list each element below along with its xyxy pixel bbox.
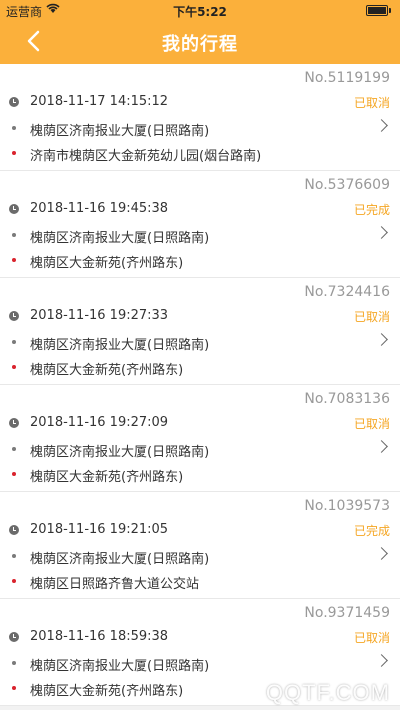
trip-to: 槐荫区大金新苑(齐州路东) [30,684,184,699]
trip-status: 已完成 [353,524,390,538]
trip-number: No.9371459 [304,605,390,621]
trip-card[interactable]: No.1039573 2018-11-16 19:21:05 已完成 槐荫区济南报… [0,492,400,599]
end-dot-icon [12,472,16,476]
trip-card[interactable]: No.7083136 2018-11-16 19:27:09 已取消 槐荫区济南报… [0,385,400,492]
trip-number: No.7083136 [304,391,390,407]
end-dot-icon [12,579,16,583]
status-time: 下午5:22 [173,5,227,19]
trip-from: 槐荫区济南报业大厦(日照路南) [30,124,210,139]
clock-icon [9,204,19,214]
trip-to: 济南市槐荫区大金新苑幼儿园(烟台路南) [30,149,262,164]
trip-card[interactable]: No.5119199 2018-11-17 14:15:12 已取消 槐荫区济南报… [0,64,400,171]
end-dot-icon [12,686,16,690]
trip-list: No.5119199 2018-11-17 14:15:12 已取消 槐荫区济南报… [0,64,400,706]
start-dot-icon [12,447,16,451]
trip-from: 槐荫区济南报业大厦(日照路南) [30,338,210,353]
trip-datetime: 2018-11-16 18:59:38 [30,629,169,644]
trip-card[interactable]: No.7324416 2018-11-16 19:27:33 已取消 槐荫区济南报… [0,278,400,385]
trip-datetime: 2018-11-17 14:15:12 [30,94,169,109]
trip-status: 已完成 [353,203,390,217]
chevron-right-icon[interactable] [375,119,388,132]
end-dot-icon [12,258,16,262]
trip-number: No.5376609 [304,177,390,193]
trip-datetime: 2018-11-16 19:27:33 [30,308,169,323]
start-dot-icon [12,233,16,237]
page-title: 我的行程 [162,34,238,55]
clock-icon [9,311,19,321]
app-header: 运营商 下午5:22 我的行程 [0,0,400,64]
trip-to: 槐荫区大金新苑(齐州路东) [30,470,184,485]
trip-to: 槐荫区大金新苑(齐州路东) [30,256,184,271]
clock-icon [9,418,19,428]
clock-icon [9,97,19,107]
trip-to: 槐荫区大金新苑(齐州路东) [30,363,184,378]
start-dot-icon [12,340,16,344]
trip-number: No.5119199 [304,70,390,86]
clock-icon [9,632,19,642]
status-bar: 运营商 下午5:22 [0,0,400,20]
chevron-right-icon[interactable] [375,654,388,667]
start-dot-icon [12,554,16,558]
trip-datetime: 2018-11-16 19:45:38 [30,201,169,216]
trip-to: 槐荫区日照路齐鲁大道公交站 [30,577,200,592]
chevron-right-icon[interactable] [375,333,388,346]
trip-datetime: 2018-11-16 19:21:05 [30,522,169,537]
trip-status: 已取消 [353,631,390,645]
battery-icon [366,5,391,16]
trip-from: 槐荫区济南报业大厦(日照路南) [30,445,210,460]
trip-status: 已取消 [353,96,390,110]
trip-number: No.7324416 [304,284,390,300]
chevron-right-icon[interactable] [375,440,388,453]
start-dot-icon [12,661,16,665]
clock-icon [9,525,19,535]
trip-from: 槐荫区济南报业大厦(日照路南) [30,552,210,567]
trip-status: 已取消 [353,310,390,324]
trip-card[interactable]: No.5376609 2018-11-16 19:45:38 已完成 槐荫区济南报… [0,171,400,278]
trip-number: No.1039573 [304,498,390,514]
trip-from: 槐荫区济南报业大厦(日照路南) [30,659,210,674]
trip-status: 已取消 [353,417,390,431]
end-dot-icon [12,365,16,369]
end-dot-icon [12,151,16,155]
chevron-right-icon[interactable] [375,547,388,560]
start-dot-icon [12,126,16,130]
chevron-right-icon[interactable] [375,226,388,239]
trip-from: 槐荫区济南报业大厦(日照路南) [30,231,210,246]
watermark: QQTF.COM [265,680,390,705]
trip-datetime: 2018-11-16 19:27:09 [30,415,169,430]
